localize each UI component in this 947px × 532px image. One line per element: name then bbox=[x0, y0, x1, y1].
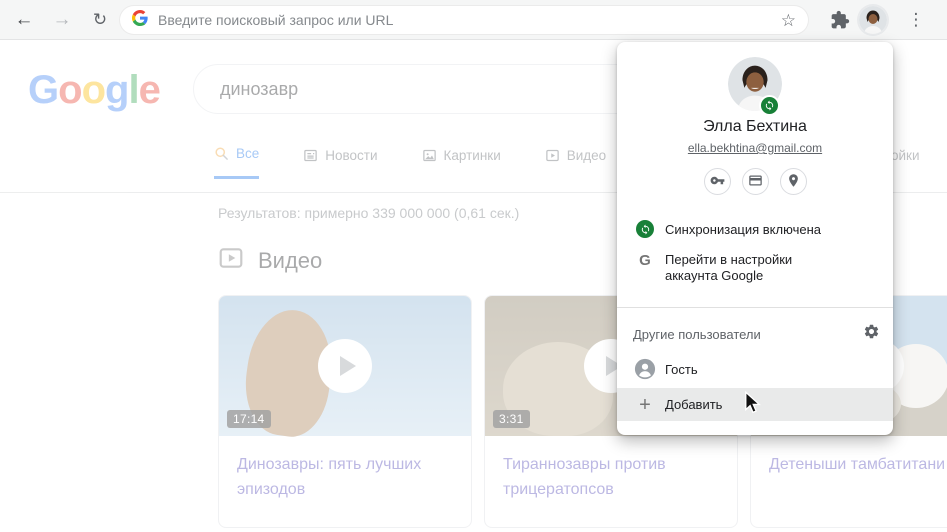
google-g-icon: G bbox=[634, 252, 656, 270]
news-icon bbox=[303, 148, 318, 163]
guest-label: Гость bbox=[665, 362, 698, 377]
mouse-cursor bbox=[742, 391, 764, 420]
back-button[interactable]: ← bbox=[8, 0, 40, 40]
sync-status-label: Синхронизация включена bbox=[665, 222, 821, 237]
manage-users-gear-icon[interactable] bbox=[863, 323, 880, 343]
other-users-label: Другие пользователи bbox=[633, 327, 761, 342]
video-card[interactable]: 17:14 Динозавры: пять лучших эпизодов bbox=[218, 295, 472, 528]
profile-avatar-button[interactable] bbox=[859, 6, 887, 34]
video-duration: 17:14 bbox=[227, 410, 271, 428]
url-input[interactable] bbox=[158, 12, 771, 28]
forward-icon: → bbox=[53, 9, 72, 31]
google-favicon-icon bbox=[132, 10, 148, 31]
guest-avatar-icon bbox=[634, 358, 656, 380]
forward-button[interactable]: → bbox=[46, 0, 78, 40]
extensions-puzzle-icon[interactable] bbox=[830, 10, 850, 30]
sync-status-row[interactable]: Синхронизация включена bbox=[617, 218, 893, 240]
sync-icon bbox=[634, 220, 656, 238]
sync-badge-icon bbox=[759, 95, 780, 116]
google-account-settings-row[interactable]: G Перейти в настройки аккаунта Google bbox=[617, 252, 893, 284]
bookmark-star-icon[interactable]: ☆ bbox=[781, 12, 796, 29]
images-icon bbox=[422, 148, 437, 163]
video-title-link[interactable]: Динозавры: пять лучших эпизодов bbox=[219, 436, 471, 503]
google-settings-line1: Перейти в настройки bbox=[665, 252, 792, 267]
payment-methods-button[interactable] bbox=[742, 168, 769, 195]
plus-icon: + bbox=[634, 395, 656, 415]
search-icon bbox=[214, 146, 229, 161]
tab-images[interactable]: Картинки bbox=[422, 146, 501, 179]
credit-card-icon bbox=[748, 173, 763, 191]
results-stats: Результатов: примерно 339 000 000 (0,61 … bbox=[218, 205, 519, 221]
address-bar[interactable]: ☆ bbox=[120, 6, 808, 34]
location-pin-icon bbox=[786, 173, 801, 191]
results-tabs: Все Новости Картинки Видео bbox=[214, 146, 606, 179]
video-duration: 3:31 bbox=[493, 410, 530, 428]
kebab-menu-icon: ⋮ bbox=[908, 10, 925, 30]
passwords-button[interactable] bbox=[704, 168, 731, 195]
profile-name: Элла Бехтина bbox=[617, 118, 893, 136]
google-settings-line2: аккаунта Google bbox=[665, 268, 763, 283]
reload-button[interactable]: ↻ bbox=[84, 0, 116, 40]
video-section-icon bbox=[218, 245, 244, 277]
tab-news[interactable]: Новости bbox=[303, 146, 377, 179]
guest-user-row[interactable]: Гость bbox=[617, 351, 893, 387]
profile-email-link[interactable]: ella.bekhtina@gmail.com bbox=[617, 141, 893, 155]
profile-menu-popup: Элла Бехтина ella.bekhtina@gmail.com Син… bbox=[617, 42, 893, 435]
tab-all[interactable]: Все bbox=[214, 146, 259, 179]
search-query: динозавр bbox=[220, 79, 298, 100]
video-section-header: Видео bbox=[218, 245, 322, 277]
search-input[interactable]: динозавр bbox=[193, 64, 645, 114]
play-button-icon[interactable] bbox=[318, 339, 372, 393]
add-user-label: Добавить bbox=[665, 397, 722, 412]
video-title-link[interactable]: Детеныши тамбатитани и... bbox=[751, 436, 947, 478]
profile-shortcuts bbox=[617, 168, 893, 195]
popup-divider bbox=[617, 307, 893, 308]
google-logo[interactable]: Google bbox=[28, 68, 160, 113]
back-icon: ← bbox=[15, 9, 34, 31]
browser-window: ← → ↻ ☆ ⋮ Google динозавр Все bbox=[0, 0, 947, 532]
tab-settings-partial[interactable]: ойки bbox=[891, 148, 920, 163]
video-section-title: Видео bbox=[258, 248, 322, 274]
video-title-link[interactable]: Тираннозавры против трицератопсов bbox=[485, 436, 737, 503]
browser-menu-button[interactable]: ⋮ bbox=[901, 0, 931, 40]
key-icon bbox=[710, 173, 725, 191]
addresses-button[interactable] bbox=[780, 168, 807, 195]
video-thumbnail[interactable]: 17:14 bbox=[219, 296, 471, 436]
reload-icon: ↻ bbox=[93, 10, 107, 30]
browser-toolbar: ← → ↻ ☆ ⋮ bbox=[0, 0, 947, 40]
video-icon bbox=[545, 148, 560, 163]
tab-video[interactable]: Видео bbox=[545, 146, 606, 179]
